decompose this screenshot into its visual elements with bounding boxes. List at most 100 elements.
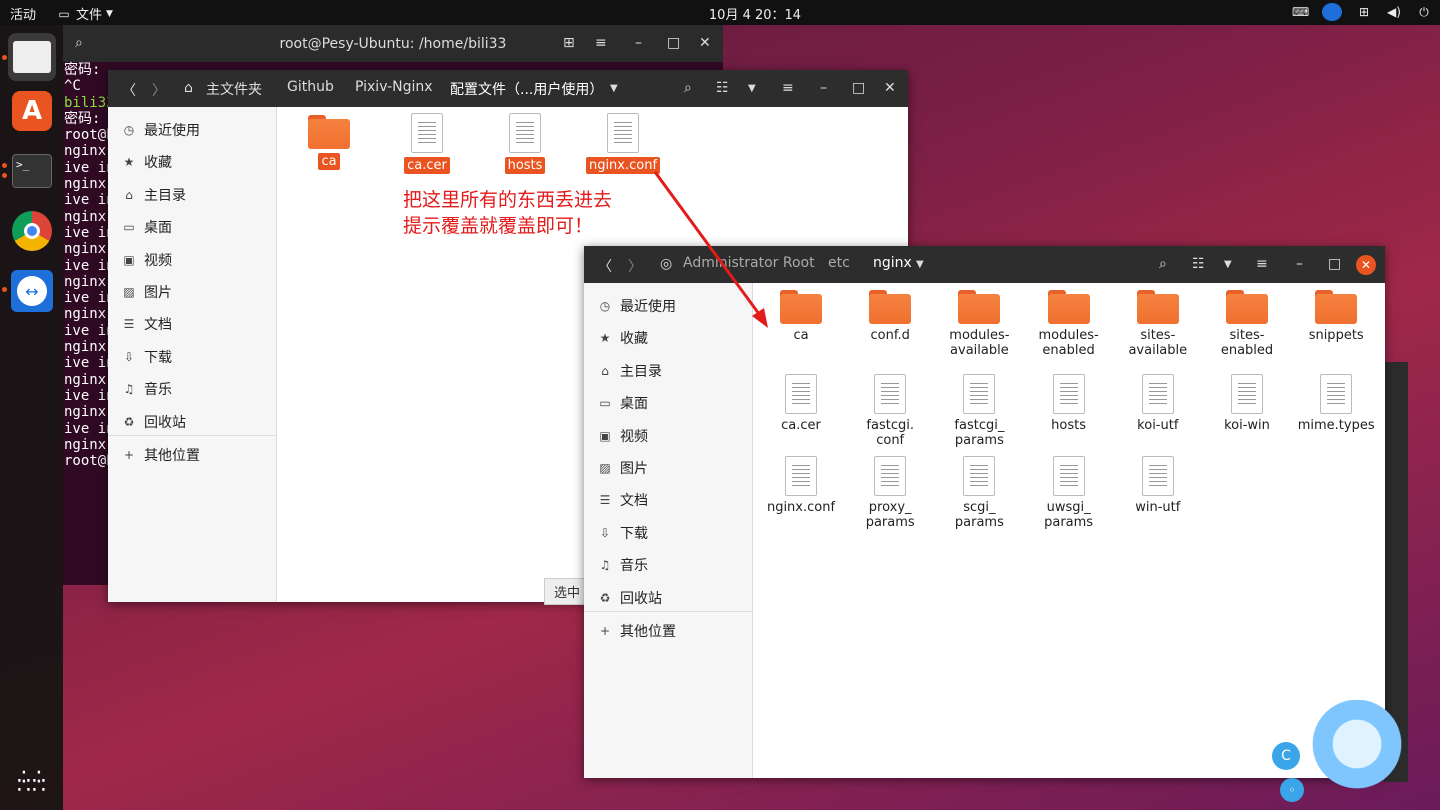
view-options-icon[interactable]: ▼	[1224, 259, 1232, 270]
maximize-icon[interactable]: □	[667, 35, 680, 51]
show-applications-icon[interactable]: ∴∴ ∴∴	[8, 758, 56, 806]
file-item[interactable]: uwsgi_ params	[1029, 454, 1109, 530]
breadcrumb-etc[interactable]: etc	[828, 255, 850, 271]
file-item[interactable]: hosts	[1029, 372, 1109, 433]
breadcrumb-home[interactable]: 主文件夹	[206, 79, 262, 99]
sidebar-item-starred[interactable]: ★ 收藏	[108, 147, 276, 177]
sidebar-item-trash[interactable]: ♻ 回收站	[108, 407, 276, 437]
close-icon[interactable]: ✕	[1356, 255, 1376, 275]
sidebar-item-desktop[interactable]: ▭ 桌面	[584, 388, 752, 418]
sidebar-item-home[interactable]: ⌂ 主目录	[584, 356, 752, 386]
breadcrumb-pixiv-nginx[interactable]: Pixiv-Nginx	[355, 79, 433, 95]
minimize-icon[interactable]: –	[820, 80, 827, 96]
close-icon[interactable]: ✕	[699, 35, 711, 51]
minimize-icon[interactable]: –	[635, 35, 642, 51]
system-tray[interactable]: ⌨ ⊞ ◀) ⏻	[1292, 3, 1432, 21]
keyboard-icon[interactable]: ⌨	[1292, 5, 1309, 19]
sidebar-item-other-locations[interactable]: + 其他位置	[108, 440, 276, 470]
file-item[interactable]: ca.cer	[761, 372, 841, 433]
teamviewer-icon[interactable]: ↔	[8, 267, 56, 315]
minimize-icon[interactable]: –	[1296, 256, 1303, 272]
breadcrumb-root[interactable]: Administrator Root	[683, 255, 815, 271]
forward-icon[interactable]: 〉	[152, 80, 166, 100]
folder-item[interactable]: modules- enabled	[1029, 290, 1109, 358]
sidebar-item-documents[interactable]: ☰ 文档	[584, 485, 752, 515]
breadcrumb-nginx[interactable]: nginx	[873, 255, 912, 271]
sidebar-item-videos[interactable]: ▣ 视频	[108, 245, 276, 275]
file-item[interactable]: hosts	[485, 113, 565, 174]
sidebar-item-documents[interactable]: ☰ 文档	[108, 309, 276, 339]
sidebar-item-downloads[interactable]: ⇩ 下载	[108, 342, 276, 372]
sidebar-item-music[interactable]: ♫ 音乐	[584, 550, 752, 580]
menu-icon[interactable]: ≡	[782, 80, 794, 96]
file-item[interactable]: koi-utf	[1118, 372, 1198, 433]
file-item[interactable]: scgi_ params	[939, 454, 1019, 530]
view-options-icon[interactable]: ▼	[748, 83, 756, 94]
headerbar[interactable]: 〈 〉 ◎ Administrator Root etc nginx ▼ ⌕ ☷…	[584, 246, 1385, 283]
power-icon[interactable]: ⏻	[1416, 5, 1432, 19]
headerbar[interactable]: 〈 〉 ⌂ 主文件夹 Github Pixiv-Nginx 配置文件（...用户…	[108, 70, 908, 107]
sidebar-item-desktop[interactable]: ▭ 桌面	[108, 212, 276, 242]
new-tab-icon[interactable]: ⊞	[563, 35, 575, 51]
file-item[interactable]: nginx.conf	[583, 113, 663, 174]
search-icon[interactable]: ⌕	[1159, 256, 1167, 272]
volume-icon[interactable]: ◀)	[1386, 5, 1402, 19]
file-item[interactable]: proxy_ params	[850, 454, 930, 530]
back-icon[interactable]: 〈	[598, 256, 612, 276]
sidebar-item-videos[interactable]: ▣ 视频	[584, 421, 752, 451]
sidebar-item-starred[interactable]: ★ 收藏	[584, 323, 752, 353]
sidebar-item-recent[interactable]: ◷ 最近使用	[108, 115, 276, 145]
chevron-down-icon[interactable]: ▼	[610, 83, 618, 94]
sidebar-item-recent[interactable]: ◷ 最近使用	[584, 291, 752, 321]
breadcrumb-github[interactable]: Github	[287, 79, 334, 95]
view-list-icon[interactable]: ☷	[716, 80, 729, 96]
file-item[interactable]: nginx.conf	[761, 454, 841, 515]
search-icon[interactable]: ⌕	[684, 80, 692, 96]
file-item[interactable]: fastcgi_ params	[939, 372, 1019, 448]
teamviewer-tray-icon[interactable]	[1322, 3, 1342, 21]
maximize-icon[interactable]: □	[852, 80, 865, 96]
sidebar-item-trash[interactable]: ♻ 回收站	[584, 583, 752, 613]
network-icon[interactable]: ⊞	[1356, 5, 1372, 19]
sidebar-item-pictures[interactable]: ▨ 图片	[108, 277, 276, 307]
terminal-line: nginx:	[64, 306, 115, 323]
view-list-icon[interactable]: ☷	[1192, 256, 1205, 272]
terminal-app-icon[interactable]: >_	[8, 147, 56, 195]
sidebar-item-pictures[interactable]: ▨ 图片	[584, 453, 752, 483]
file-item[interactable]: win-utf	[1118, 454, 1198, 515]
forward-icon[interactable]: 〉	[628, 256, 642, 276]
snowflake-icon: C	[1272, 742, 1300, 770]
folder-item[interactable]: sites- enabled	[1207, 290, 1287, 358]
file-item[interactable]: fastcgi. conf	[850, 372, 930, 448]
sidebar-item-downloads[interactable]: ⇩ 下载	[584, 518, 752, 548]
files-app-icon[interactable]	[8, 33, 56, 81]
folder-item[interactable]: snippets	[1296, 290, 1376, 343]
chevron-down-icon[interactable]: ▼	[916, 259, 924, 270]
file-item[interactable]: koi-win	[1207, 372, 1287, 433]
clock[interactable]: 10月 4 20：14	[690, 4, 820, 23]
file-manager-window-nginx[interactable]: 〈 〉 ◎ Administrator Root etc nginx ▼ ⌕ ☷…	[584, 246, 1385, 778]
search-icon[interactable]: ⌕	[75, 35, 83, 51]
close-icon[interactable]: ✕	[884, 80, 896, 96]
menu-icon[interactable]: ≡	[1256, 256, 1268, 272]
folder-item[interactable]: ca	[761, 290, 841, 343]
sidebar-item-home[interactable]: ⌂ 主目录	[108, 180, 276, 210]
activities-button[interactable]: 活动	[10, 4, 36, 23]
chrome-icon[interactable]	[8, 207, 56, 255]
terminal-titlebar[interactable]: ⌕ root@Pesy-Ubuntu: /home/bili33 ⊞ ≡ – □…	[63, 25, 723, 62]
file-item[interactable]: ca.cer	[387, 113, 467, 174]
file-item[interactable]: mime.types	[1296, 372, 1376, 433]
menu-icon[interactable]: ≡	[595, 35, 607, 51]
folder-item[interactable]: sites- available	[1118, 290, 1198, 358]
folder-item[interactable]: modules- available	[939, 290, 1019, 358]
folder-item[interactable]: ca	[289, 115, 369, 170]
folder-item[interactable]: conf.d	[850, 290, 930, 343]
app-menu[interactable]: ▭ 文件 ▼	[56, 4, 113, 24]
breadcrumb-config[interactable]: 配置文件（...用户使用）	[450, 79, 603, 99]
software-center-icon[interactable]: A	[8, 87, 56, 135]
terminal-output[interactable]: 密码: ^C bili33 密码: root@P nginx: ive in nginx: iv…	[64, 62, 115, 469]
back-icon[interactable]: 〈	[122, 80, 136, 100]
maximize-icon[interactable]: □	[1328, 256, 1341, 272]
sidebar-item-other-locations[interactable]: + 其他位置	[584, 616, 752, 646]
sidebar-item-music[interactable]: ♫ 音乐	[108, 374, 276, 404]
